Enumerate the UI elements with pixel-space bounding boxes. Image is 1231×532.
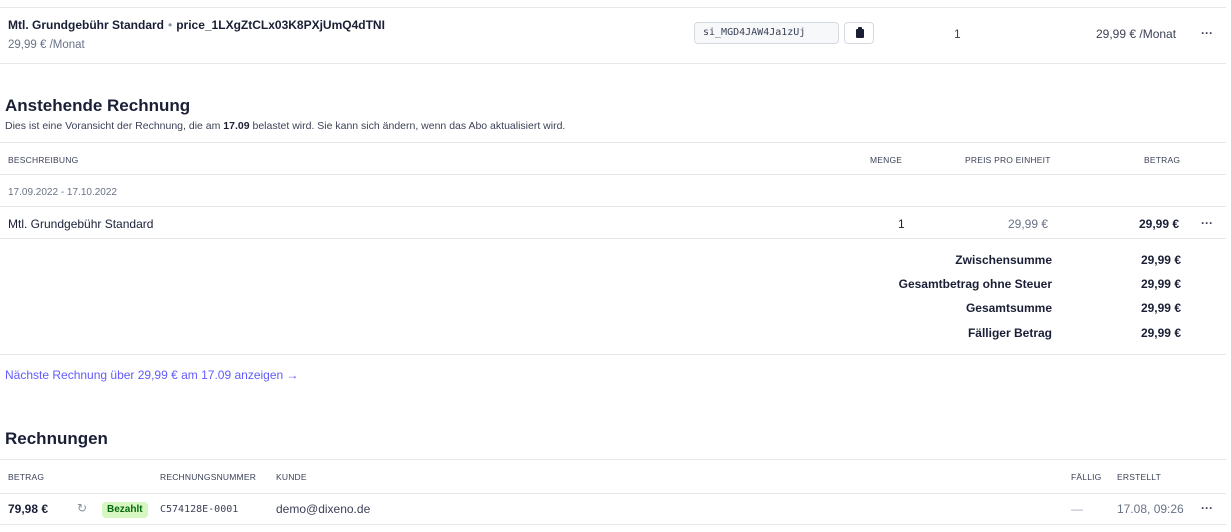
line-item-description: Mtl. Grundgebühr Standard [8, 217, 154, 231]
billing-period: 17.09.2022 - 17.10.2022 [8, 187, 117, 198]
total-excl-tax-value: 29,99 € [1140, 277, 1181, 291]
column-header-quantity: MENGE [870, 155, 903, 165]
divider [0, 238, 1226, 239]
section-title-invoices: Rechnungen [5, 429, 108, 448]
copy-button[interactable] [844, 22, 874, 44]
invoice-more-button[interactable]: ··· [1201, 501, 1213, 515]
price-id[interactable]: price_1LXgZtCLx03K8PXjUmQ4dTNI [176, 18, 385, 32]
customer-email[interactable]: demo@dixeno.de [276, 502, 370, 516]
line-item-quantity: 1 [898, 217, 905, 231]
subscription-item-title: Mtl. Grundgebühr Standard • price_1LXgZtCL… [8, 18, 385, 32]
column-header-description: BESCHREIBUNG [8, 155, 79, 165]
divider [0, 354, 1226, 355]
view-next-invoice-link[interactable]: Nächste Rechnung über 29,99 € am 17.09 a… [5, 368, 299, 382]
divider [0, 524, 1226, 525]
status-badge: Bezahlt [102, 502, 148, 518]
column-header-customer: KUNDE [276, 472, 307, 482]
total-label: Gesamtsumme [965, 301, 1052, 315]
column-header-amount: BETRAG [8, 472, 45, 482]
upcoming-invoice-description: Dies ist eine Voransicht der Rechnung, d… [5, 120, 566, 132]
invoice-due: — [1071, 502, 1083, 516]
column-header-invoice-number: RECHNUNGSNUMMER [160, 472, 257, 482]
clipboard-icon [856, 27, 864, 38]
column-header-unit-price: PREIS PRO EINHEIT [965, 155, 1051, 165]
divider [0, 174, 1226, 175]
divider [0, 142, 1226, 143]
divider [0, 459, 1226, 460]
more-actions-button[interactable]: ··· [1201, 26, 1213, 40]
total-value: 29,99 € [1140, 301, 1181, 315]
item-price: 29,99 € /Monat [1096, 27, 1177, 41]
subtotal-label: Zwischensumme [955, 253, 1052, 267]
price-summary: 29,99 € /Monat [8, 39, 85, 51]
divider [0, 63, 1226, 64]
total-excl-tax-label: Gesamtbetrag ohne Steuer [898, 277, 1052, 291]
amount-due-value: 29,99 € [1140, 326, 1181, 340]
section-title-upcoming-invoice: Anstehende Rechnung [5, 96, 191, 115]
column-header-due: FÄLLIG [1071, 472, 1102, 482]
line-item-amount: 29,99 € [1139, 217, 1180, 231]
invoice-number: C574128E-0001 [160, 504, 239, 515]
product-name[interactable]: Mtl. Grundgebühr Standard [8, 18, 164, 32]
line-item-more-button[interactable]: ··· [1201, 216, 1213, 230]
amount-due-label: Fälliger Betrag [967, 326, 1052, 340]
subtotal-value: 29,99 € [1140, 253, 1181, 267]
divider [0, 7, 1226, 8]
column-header-amount: BETRAG [1144, 155, 1181, 165]
divider [0, 206, 1226, 207]
invoice-created: 17.08, 09:26 [1117, 502, 1184, 516]
separator: • [168, 18, 173, 32]
column-header-created: ERSTELLT [1117, 472, 1161, 482]
refresh-icon: ↻ [77, 501, 88, 515]
line-item-unit-price: 29,99 € [1008, 217, 1049, 231]
item-quantity: 1 [954, 27, 961, 41]
subscription-item-id[interactable]: si_MGD4JAW4Ja1zUj [694, 22, 839, 44]
table-row[interactable]: 79,98 € ↻ Bezahlt C574128E-0001 demo@dix… [0, 494, 1226, 524]
invoice-amount: 79,98 € [8, 502, 49, 516]
